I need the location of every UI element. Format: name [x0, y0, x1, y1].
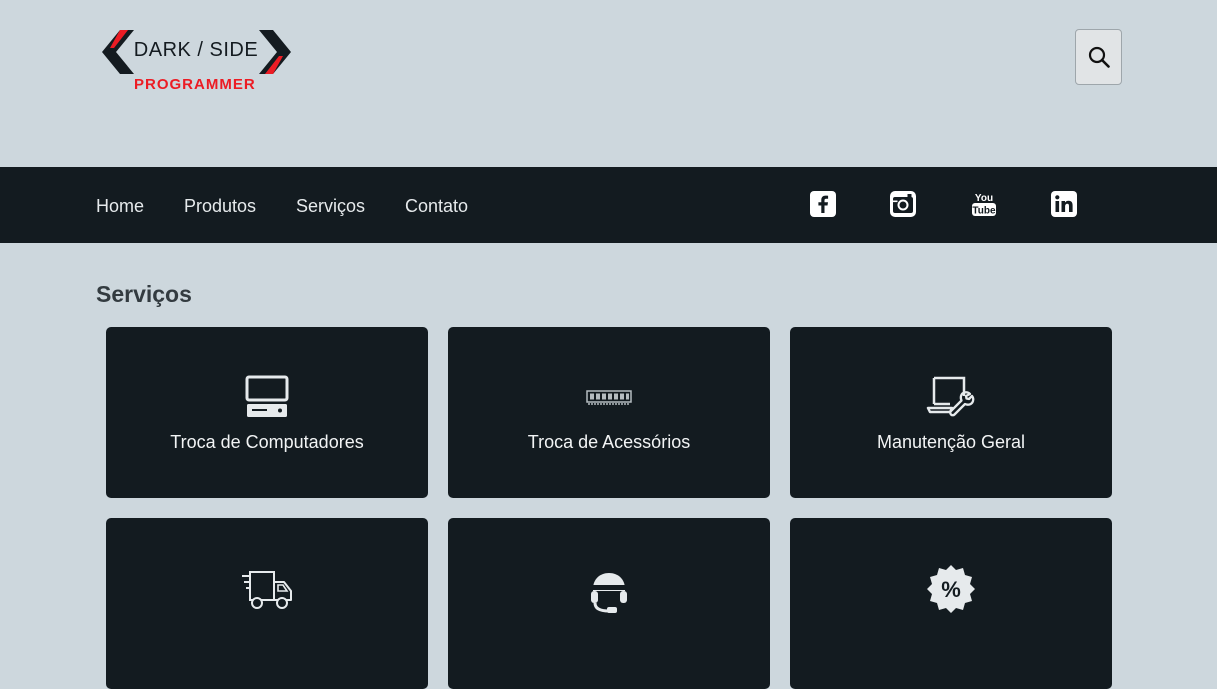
desktop-computer-icon — [245, 375, 289, 417]
discount-badge-icon: % — [927, 565, 975, 613]
support-headset-icon — [591, 573, 627, 613]
instagram-link[interactable] — [889, 189, 917, 219]
main-navbar: Home Produtos Serviços Contato You Tube — [0, 167, 1217, 243]
youtube-icon: You Tube — [972, 193, 996, 217]
search-icon — [1088, 46, 1110, 68]
logo-right-chevron — [259, 30, 291, 74]
svg-text:Tube: Tube — [972, 206, 996, 217]
service-card-label: Manutenção Geral — [876, 432, 1026, 452]
service-card-troca-computadores[interactable]: Troca de Computadores — [106, 327, 428, 498]
facebook-icon — [810, 191, 836, 217]
service-card-entrega[interactable] — [106, 518, 428, 689]
svg-text:%: % — [941, 577, 961, 602]
youtube-link[interactable]: You Tube — [970, 189, 998, 219]
logo-text-programmer: PROGRAMMER — [134, 76, 256, 93]
service-card-troca-acessorios[interactable]: Troca de Acessórios — [448, 327, 770, 498]
linkedin-icon — [1051, 191, 1077, 217]
linkedin-link[interactable] — [1050, 189, 1078, 219]
delivery-truck-icon — [242, 571, 292, 609]
service-card-label: Troca de Computadores — [170, 432, 364, 452]
nav-link-produtos[interactable]: Produtos — [184, 196, 256, 216]
nav-link-home[interactable]: Home — [96, 196, 144, 216]
dark-side-programmer-logo[interactable]: DARK / SIDE PROGRAMMER — [100, 28, 295, 98]
service-card-promocoes[interactable]: % — [790, 518, 1112, 689]
memory-module-icon — [586, 390, 632, 405]
logo-text-dark-side: DARK / SIDE — [133, 39, 259, 61]
search-button[interactable] — [1075, 29, 1122, 85]
svg-text:You: You — [975, 193, 993, 204]
page-title: Serviços — [96, 281, 192, 307]
laptop-wrench-icon — [926, 376, 975, 417]
service-card-label: Troca de Acessórios — [527, 432, 691, 452]
nav-link-servicos[interactable]: Serviços — [296, 196, 365, 216]
service-card-suporte[interactable] — [448, 518, 770, 689]
service-card-manutencao-geral[interactable]: Manutenção Geral — [790, 327, 1112, 498]
facebook-link[interactable] — [809, 189, 837, 219]
site-header: DARK / SIDE PROGRAMMER — [0, 0, 1217, 167]
instagram-icon — [890, 191, 916, 217]
nav-link-contato[interactable]: Contato — [405, 196, 468, 216]
